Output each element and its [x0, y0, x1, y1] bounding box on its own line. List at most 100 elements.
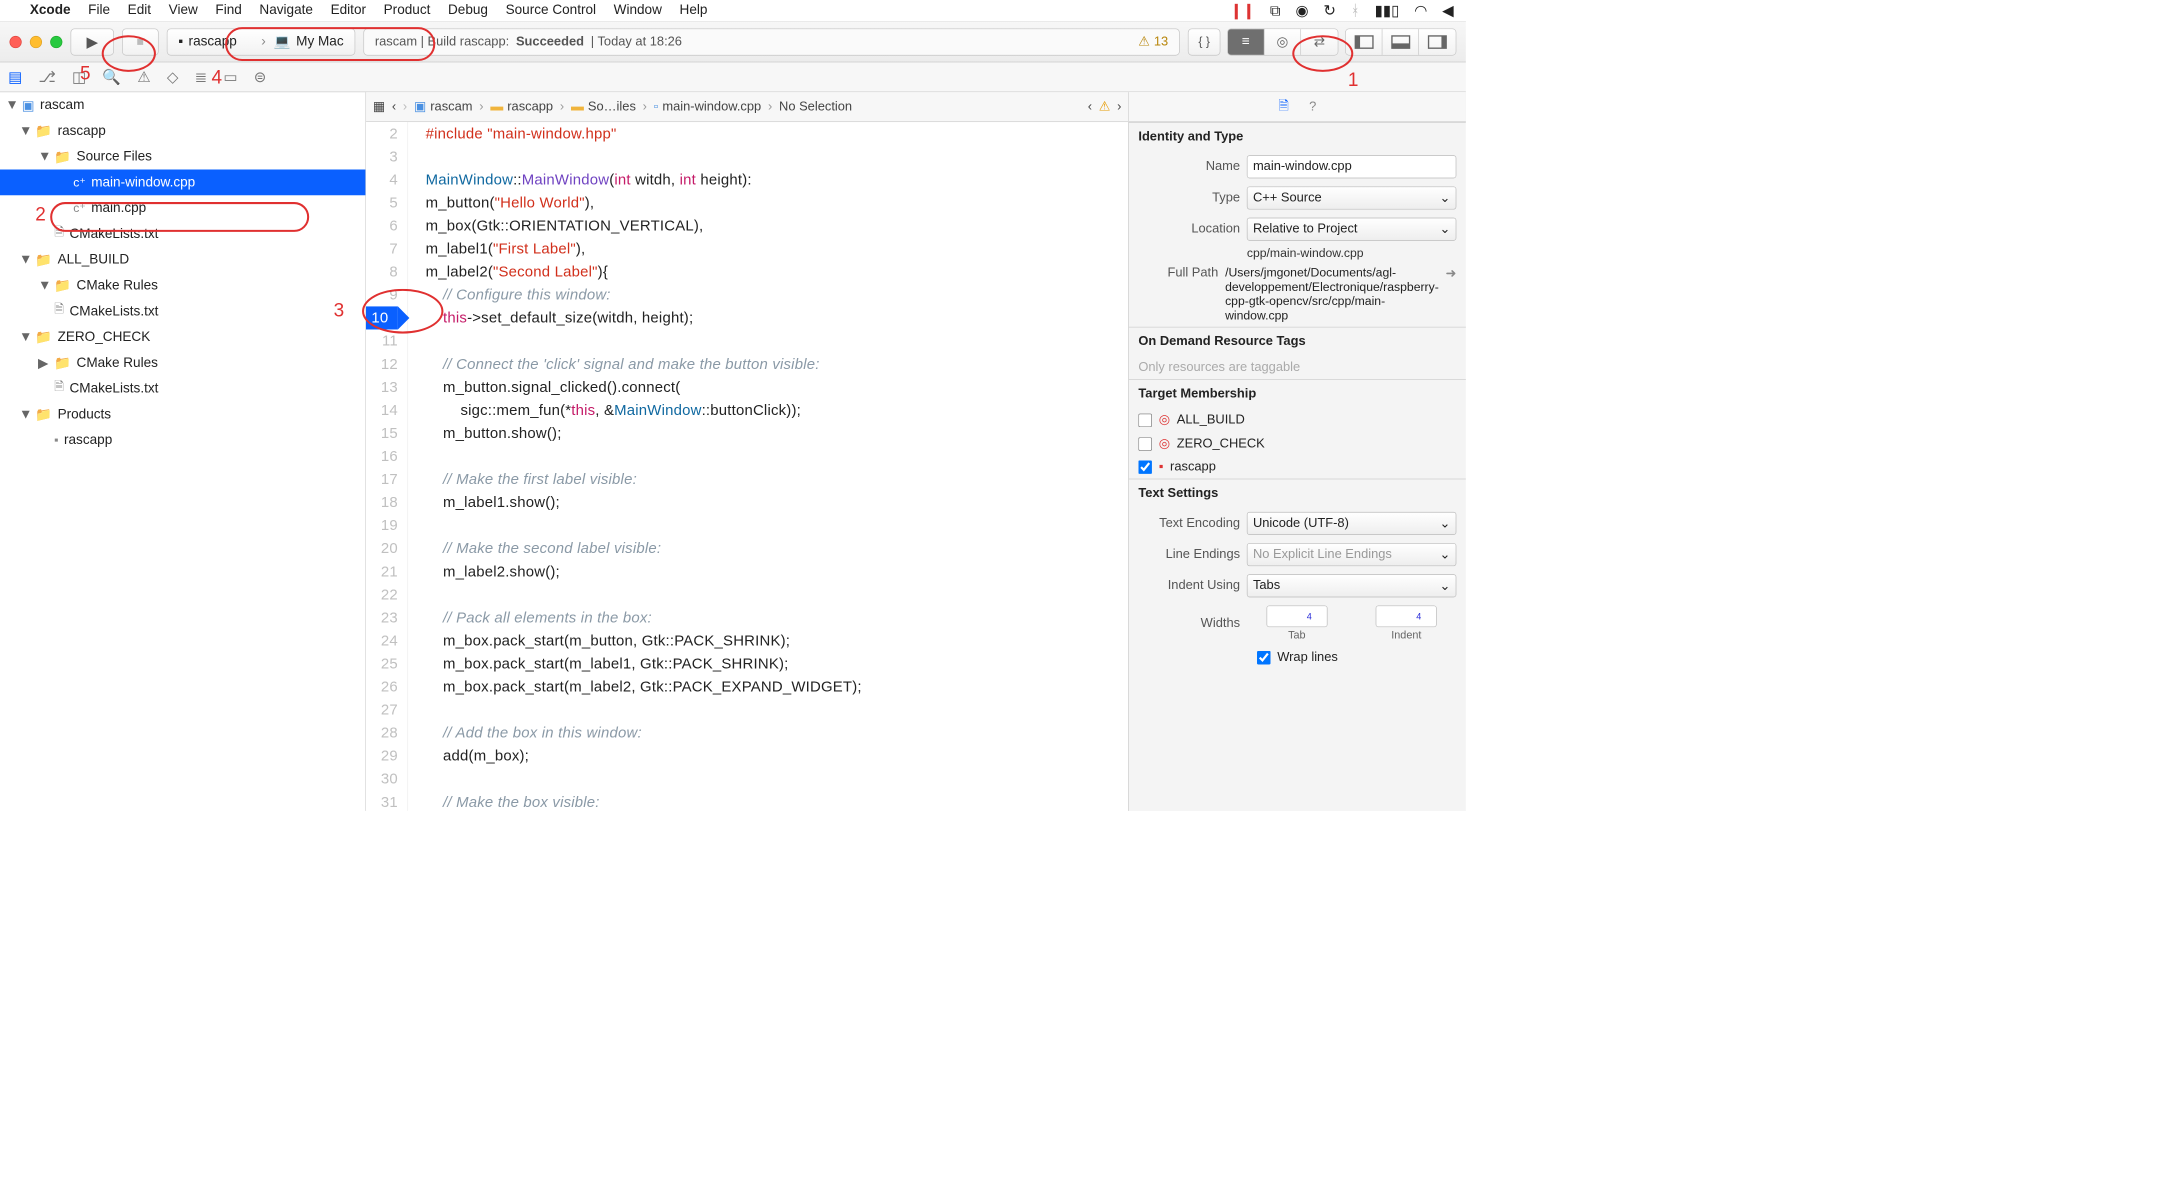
timemachine-icon[interactable]: ↻	[1323, 2, 1336, 20]
menu-editor[interactable]: Editor	[331, 3, 366, 19]
next-issue-button[interactable]: ›	[1117, 99, 1121, 114]
navigator-item[interactable]: c⁺main-window.cpp	[0, 170, 365, 196]
target-membership-row[interactable]: ◎ALL_BUILD	[1129, 408, 1466, 432]
type-select[interactable]: C++ Source⌄	[1247, 186, 1457, 209]
wifi-icon[interactable]: ◠	[1414, 2, 1427, 20]
debug-navigator-icon[interactable]: ≣	[195, 68, 208, 86]
quick-help-icon[interactable]: ?	[1309, 99, 1316, 114]
navigator-item[interactable]: ▼📁ZERO_CHECK	[0, 324, 365, 350]
odr-tags-field[interactable]: Only resources are taggable	[1138, 360, 1456, 375]
menu-window[interactable]: Window	[614, 3, 662, 19]
dropbox-icon[interactable]: ⧉	[1270, 2, 1281, 20]
assistant-editor-button[interactable]: ◎	[1264, 29, 1301, 55]
menu-debug[interactable]: Debug	[448, 3, 488, 19]
target-checkbox[interactable]	[1138, 460, 1152, 474]
volume-icon[interactable]: ◀	[1442, 2, 1453, 20]
target-checkbox[interactable]	[1138, 413, 1152, 427]
line-gutter[interactable]: 2345678910111213141516171819202122232425…	[366, 122, 408, 811]
menu-file[interactable]: File	[88, 3, 110, 19]
menu-edit[interactable]: Edit	[128, 3, 151, 19]
standard-editor-button[interactable]: ≡	[1228, 29, 1265, 55]
menu-view[interactable]: View	[169, 3, 198, 19]
navigator-item[interactable]: ▼📁rascapp	[0, 118, 365, 144]
back-button[interactable]: ‹	[392, 99, 396, 114]
tab-width-stepper[interactable]	[1266, 605, 1327, 627]
code-snippets-button[interactable]: { }	[1188, 28, 1221, 55]
close-window-button[interactable]	[9, 36, 21, 48]
navigator-item[interactable]: ▼▣rascam	[0, 92, 365, 118]
related-items-icon[interactable]: ▦	[373, 99, 385, 115]
source-editor[interactable]: 2345678910111213141516171819202122232425…	[366, 122, 1128, 811]
menu-find[interactable]: Find	[215, 3, 241, 19]
line-endings-select[interactable]: No Explicit Line Endings⌄	[1247, 543, 1457, 566]
wrap-lines-checkbox[interactable]	[1257, 651, 1271, 665]
navigator-item[interactable]: ▼📁ALL_BUILD	[0, 247, 365, 273]
macos-menubar: Xcode File Edit View Find Navigate Edito…	[0, 0, 1466, 22]
status-result: Succeeded	[516, 34, 584, 49]
file-inspector-icon[interactable]: 🗎	[1278, 96, 1288, 118]
jump-bar[interactable]: ▦ ‹ › ▣rascam› ▬rascapp› ▬So…iles› ▫main…	[366, 92, 1128, 122]
sync-icon[interactable]: ◉	[1295, 2, 1308, 20]
menu-help[interactable]: Help	[680, 3, 708, 19]
issue-icon[interactable]: ⚠	[1099, 99, 1111, 115]
target-membership-row[interactable]: ◎ZERO_CHECK	[1129, 432, 1466, 456]
navigator-item[interactable]: ▼📁Source Files	[0, 144, 365, 170]
crumb-target[interactable]: rascapp	[507, 99, 553, 114]
issues-indicator[interactable]: ⚠ 13	[1138, 34, 1168, 50]
crumb-project[interactable]: rascam	[430, 99, 472, 114]
forward-button[interactable]: ›	[403, 99, 407, 114]
report-navigator-icon[interactable]: ⊜	[254, 68, 267, 86]
crumb-file[interactable]: main-window.cpp	[662, 99, 761, 114]
navigator-item[interactable]: c⁺main.cpp	[0, 195, 365, 221]
navigator-item[interactable]: ▼📁Products	[0, 401, 365, 427]
zoom-window-button[interactable]	[50, 36, 62, 48]
app-menu[interactable]: Xcode	[30, 3, 71, 19]
status-prefix: rascam | Build rascapp:	[375, 34, 509, 49]
toggle-debug-button[interactable]	[1382, 29, 1419, 55]
test-navigator-icon[interactable]: ◇	[167, 68, 178, 86]
minimize-window-button[interactable]	[30, 36, 42, 48]
navigator-item[interactable]: ▼📁CMake Rules	[0, 273, 365, 299]
target-membership-row[interactable]: ▪rascapp	[1129, 456, 1466, 479]
navigator-item[interactable]: 🗎CMakeLists.txt	[0, 221, 365, 247]
odr-section-header: On Demand Resource Tags	[1129, 327, 1466, 356]
indent-using-select[interactable]: Tabs⌄	[1247, 574, 1457, 597]
navigator-item[interactable]: 🗎CMakeLists.txt	[0, 376, 365, 402]
identity-section-header: Identity and Type	[1129, 122, 1466, 151]
menu-source-control[interactable]: Source Control	[506, 3, 596, 19]
indent-width-stepper[interactable]	[1376, 605, 1437, 627]
name-field[interactable]: main-window.cpp	[1247, 155, 1457, 178]
find-navigator-icon[interactable]: 🔍	[102, 68, 121, 86]
window-controls	[9, 36, 62, 48]
menu-navigate[interactable]: Navigate	[259, 3, 313, 19]
location-select[interactable]: Relative to Project⌄	[1247, 218, 1457, 241]
version-editor-button[interactable]: ⇄	[1301, 29, 1338, 55]
source-text[interactable]: #include "main-window.hpp" MainWindow::M…	[408, 122, 862, 811]
run-button[interactable]: ▶	[71, 28, 114, 55]
menu-product[interactable]: Product	[384, 3, 431, 19]
navigator-item[interactable]: ▶📁CMake Rules	[0, 350, 365, 376]
editor-area: ▦ ‹ › ▣rascam› ▬rascapp› ▬So…iles› ▫main…	[366, 92, 1128, 811]
toggle-navigator-button[interactable]	[1346, 29, 1383, 55]
navigator-item[interactable]: ▪rascapp	[0, 427, 365, 453]
source-control-navigator-icon[interactable]: ⎇	[39, 68, 56, 86]
pause-icon[interactable]: ❙❙	[1230, 2, 1255, 20]
breakpoint-navigator-icon[interactable]: ▭	[223, 68, 237, 86]
crumb-symbol[interactable]: No Selection	[779, 99, 852, 114]
prev-issue-button[interactable]: ‹	[1088, 99, 1092, 114]
bluetooth-icon[interactable]: ᚼ	[1351, 2, 1360, 20]
encoding-select[interactable]: Unicode (UTF-8)⌄	[1247, 512, 1457, 535]
stop-button[interactable]: ■	[122, 28, 159, 55]
reveal-arrow-icon[interactable]: ➜	[1446, 266, 1457, 282]
project-navigator[interactable]: ▼▣rascam▼📁rascapp▼📁Source Filesc⁺main-wi…	[0, 92, 366, 811]
symbol-navigator-icon[interactable]: ◫	[72, 68, 86, 86]
issue-navigator-icon[interactable]: ⚠	[137, 68, 150, 86]
project-navigator-icon[interactable]: ▤	[8, 68, 22, 86]
crumb-folder[interactable]: So…iles	[588, 99, 636, 114]
target-checkbox[interactable]	[1138, 437, 1152, 451]
scheme-selector[interactable]: ▪rascapp 💻My Mac	[167, 28, 355, 55]
battery-icon[interactable]: ▮▮▯	[1375, 2, 1400, 20]
toggle-inspector-button[interactable]	[1419, 29, 1456, 55]
text-settings-header: Text Settings	[1129, 479, 1466, 508]
navigator-item[interactable]: 🗎CMakeLists.txt	[0, 298, 365, 324]
